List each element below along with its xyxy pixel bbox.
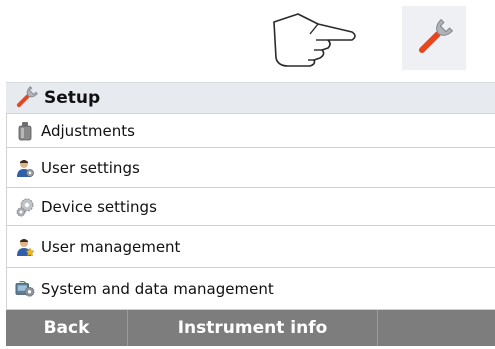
user-settings-icon xyxy=(15,158,35,178)
menu-item-system-data-management[interactable]: System and data management xyxy=(7,268,495,310)
back-button[interactable]: Back xyxy=(6,310,128,346)
setup-header: Setup xyxy=(6,82,495,114)
wrench-icon xyxy=(16,86,38,108)
instrument-info-button[interactable]: Instrument info xyxy=(128,310,378,346)
menu-item-label: User management xyxy=(41,237,181,256)
menu-item-user-management[interactable]: User management xyxy=(7,226,495,268)
pointing-hand-icon xyxy=(273,13,356,67)
gears-icon xyxy=(15,197,35,217)
menu-item-device-settings[interactable]: Device settings xyxy=(7,188,495,226)
setup-menu: Adjustments User settings Device setting… xyxy=(6,114,495,310)
page-title: Setup xyxy=(44,88,101,108)
empty-softkey xyxy=(378,310,495,346)
top-area xyxy=(0,0,495,80)
menu-item-user-settings[interactable]: User settings xyxy=(7,148,495,188)
menu-item-adjustments[interactable]: Adjustments xyxy=(7,114,495,148)
menu-item-label: Adjustments xyxy=(41,121,135,140)
system-data-icon xyxy=(15,279,35,299)
setup-screen: Setup Adjustments User settings Device s… xyxy=(0,0,495,349)
setup-shortcut-button[interactable] xyxy=(402,6,466,70)
user-management-icon xyxy=(15,237,35,257)
wrench-icon xyxy=(418,18,454,54)
menu-item-label: User settings xyxy=(41,158,140,177)
footer-bar: Back Instrument info xyxy=(6,310,495,346)
weight-icon xyxy=(15,121,35,141)
menu-item-label: System and data management xyxy=(41,279,274,298)
menu-item-label: Device settings xyxy=(41,197,157,216)
